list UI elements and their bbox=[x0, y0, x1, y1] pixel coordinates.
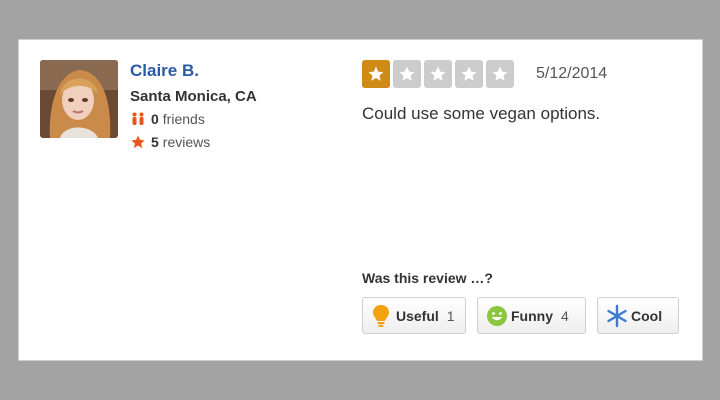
user-avatar[interactable] bbox=[40, 60, 118, 138]
review-date: 5/12/2014 bbox=[536, 65, 608, 82]
rating-star-4 bbox=[455, 60, 483, 88]
snowflake-icon bbox=[606, 304, 627, 328]
lightbulb-icon bbox=[371, 304, 391, 328]
rating-star-1 bbox=[362, 60, 390, 88]
rating-star-3 bbox=[424, 60, 452, 88]
user-name-link[interactable]: Claire B. bbox=[130, 61, 199, 81]
star-icon bbox=[399, 66, 415, 81]
star-icon bbox=[492, 66, 508, 81]
funny-button[interactable]: Funny 4 bbox=[477, 297, 586, 334]
useful-label: Useful bbox=[396, 307, 439, 324]
reviews-stat[interactable]: 5 reviews bbox=[130, 134, 210, 150]
reviews-label: reviews bbox=[162, 134, 211, 150]
star-icon bbox=[461, 66, 477, 81]
user-location: Santa Monica, CA bbox=[130, 88, 257, 105]
cool-button[interactable]: Cool bbox=[597, 297, 679, 334]
friends-stat[interactable]: 0 friends bbox=[130, 111, 205, 127]
review-card: Claire B. Santa Monica, CA 0 friends 5 r… bbox=[19, 40, 702, 360]
star-icon bbox=[368, 66, 384, 81]
star-icon bbox=[130, 134, 146, 150]
useful-count: 1 bbox=[446, 307, 455, 324]
funny-count: 4 bbox=[561, 307, 569, 324]
feedback-prompt: Was this review …? bbox=[362, 270, 493, 286]
useful-button[interactable]: Useful 1 bbox=[362, 297, 466, 334]
rating-star-5 bbox=[486, 60, 514, 88]
star-icon bbox=[430, 66, 446, 81]
star-rating bbox=[362, 60, 517, 88]
smiley-icon bbox=[486, 304, 507, 328]
rating-star-2 bbox=[393, 60, 421, 88]
review-text: Could use some vegan options. bbox=[362, 104, 601, 123]
friends-icon bbox=[130, 111, 146, 127]
funny-label: Funny bbox=[511, 307, 553, 324]
reviews-count: 5 bbox=[151, 134, 159, 150]
friends-label: friends bbox=[162, 111, 205, 127]
cool-label: Cool bbox=[631, 307, 663, 324]
friends-count: 0 bbox=[151, 111, 159, 127]
